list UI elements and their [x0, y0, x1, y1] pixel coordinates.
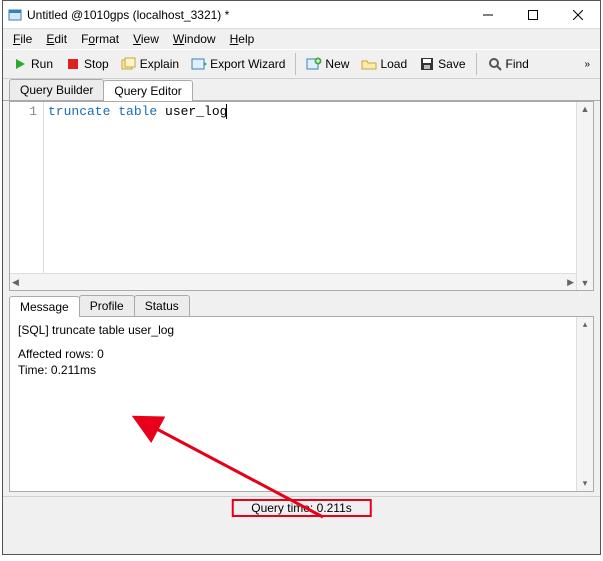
- editor-scrollbar-vertical[interactable]: ▲ ▼: [576, 102, 593, 290]
- scroll-up-icon[interactable]: ▴: [581, 317, 590, 332]
- status-query-time: Query time: 0.211s: [241, 500, 362, 516]
- message-line: Time: 0.211ms: [18, 363, 585, 377]
- editor-gutter: 1: [10, 102, 44, 290]
- window-title: Untitled @1010gps (localhost_3321) *: [27, 8, 465, 22]
- folder-open-icon: [361, 56, 377, 72]
- run-label: Run: [31, 57, 53, 71]
- status-bar: Query time: 0.211s: [3, 496, 600, 518]
- export-wizard-label: Export Wizard: [210, 57, 285, 71]
- find-button[interactable]: Find: [482, 53, 534, 75]
- maximize-button[interactable]: [510, 1, 555, 28]
- export-icon: [191, 56, 207, 72]
- sql-editor[interactable]: 1 truncate table user_log ▲ ▼ ◀ ▶: [9, 101, 594, 291]
- message-output: [SQL] truncate table user_log Affected r…: [9, 317, 594, 492]
- annotation-highlight: Query time: 0.211s: [231, 499, 372, 517]
- export-wizard-button[interactable]: Export Wizard: [186, 53, 290, 75]
- close-button[interactable]: [555, 1, 600, 28]
- menu-view[interactable]: View: [127, 31, 165, 47]
- stop-button[interactable]: Stop: [60, 53, 114, 75]
- search-icon: [487, 56, 503, 72]
- play-icon: [12, 56, 28, 72]
- menu-edit[interactable]: Edit: [40, 31, 73, 47]
- result-tabs: Message Profile Status: [9, 295, 594, 317]
- app-icon: [7, 7, 23, 23]
- new-button[interactable]: New: [301, 53, 354, 75]
- title-bar: Untitled @1010gps (localhost_3321) *: [3, 1, 600, 29]
- app-window: Untitled @1010gps (localhost_3321) * Fil…: [2, 0, 601, 555]
- save-icon: [419, 56, 435, 72]
- explain-button[interactable]: Explain: [116, 53, 184, 75]
- message-line: [SQL] truncate table user_log: [18, 323, 585, 337]
- stop-label: Stop: [84, 57, 109, 71]
- toolbar-overflow-icon[interactable]: »: [578, 59, 596, 70]
- tab-query-editor[interactable]: Query Editor: [103, 80, 192, 101]
- menu-bar: File Edit Format View Window Help: [3, 29, 600, 49]
- new-label: New: [325, 57, 349, 71]
- window-controls: [465, 1, 600, 28]
- load-label: Load: [380, 57, 407, 71]
- menu-file[interactable]: File: [7, 31, 38, 47]
- result-tab-message[interactable]: Message: [9, 296, 80, 317]
- save-label: Save: [438, 57, 465, 71]
- save-button[interactable]: Save: [414, 53, 470, 75]
- scroll-right-icon[interactable]: ▶: [565, 275, 576, 290]
- sql-text: user_log: [157, 104, 227, 119]
- explain-icon: [121, 56, 137, 72]
- scroll-up-icon[interactable]: ▲: [579, 102, 592, 116]
- result-tab-status[interactable]: Status: [134, 295, 190, 316]
- explain-label: Explain: [140, 57, 179, 71]
- sql-keyword: truncate table: [48, 104, 157, 119]
- stop-icon: [65, 56, 81, 72]
- run-button[interactable]: Run: [7, 53, 58, 75]
- toolbar-separator: [295, 53, 296, 75]
- menu-help[interactable]: Help: [224, 31, 261, 47]
- message-scrollbar-vertical[interactable]: ▴ ▾: [576, 317, 593, 491]
- editor-tabs: Query Builder Query Editor: [3, 79, 600, 101]
- find-label: Find: [506, 57, 529, 71]
- toolbar-separator: [476, 53, 477, 75]
- tab-query-builder[interactable]: Query Builder: [9, 79, 104, 100]
- scroll-down-icon[interactable]: ▼: [579, 276, 592, 290]
- scroll-down-icon[interactable]: ▾: [581, 476, 590, 491]
- result-tab-profile[interactable]: Profile: [79, 295, 135, 316]
- menu-format[interactable]: Format: [75, 31, 125, 47]
- gutter-line-number: 1: [10, 104, 37, 119]
- message-line: Affected rows: 0: [18, 347, 585, 361]
- scroll-left-icon[interactable]: ◀: [10, 275, 21, 290]
- toolbar: Run Stop Explain Export Wizard New Load …: [3, 49, 600, 79]
- editor-code[interactable]: truncate table user_log: [44, 102, 576, 290]
- editor-scrollbar-horizontal[interactable]: ◀ ▶: [10, 273, 576, 290]
- menu-window[interactable]: Window: [167, 31, 222, 47]
- load-button[interactable]: Load: [356, 53, 412, 75]
- text-caret: [226, 104, 227, 119]
- results-panel: Message Profile Status [SQL] truncate ta…: [9, 295, 594, 492]
- minimize-button[interactable]: [465, 1, 510, 28]
- new-icon: [306, 56, 322, 72]
